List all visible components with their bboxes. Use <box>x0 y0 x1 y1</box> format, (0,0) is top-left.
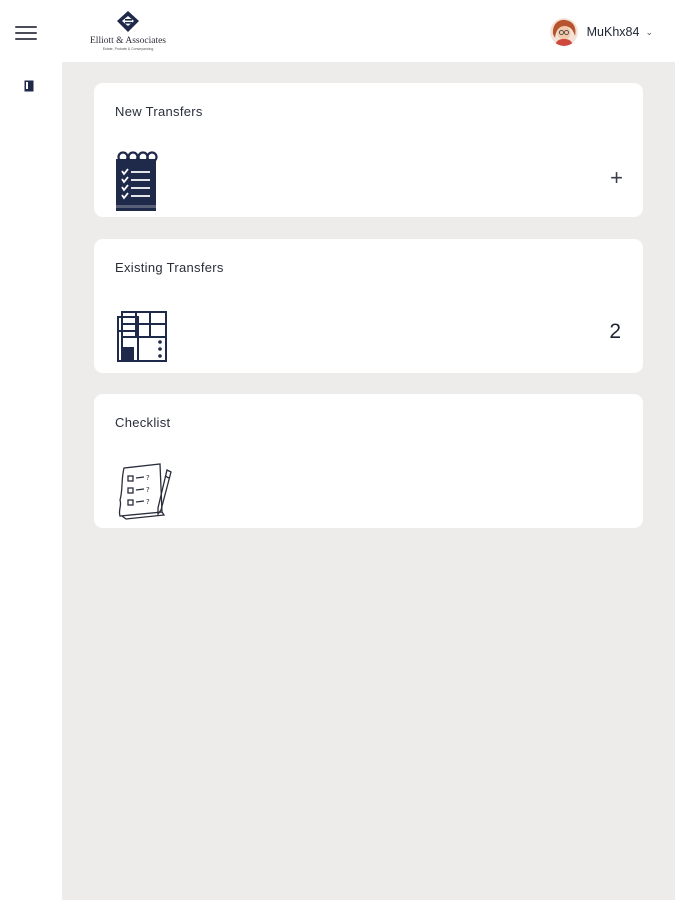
document-icon <box>24 80 34 92</box>
brand-logo-mark-icon <box>117 11 139 32</box>
hamburger-menu-icon[interactable] <box>15 24 39 42</box>
main-content: New Transfers + Existing Transfers 2 Che… <box>62 62 675 900</box>
sidebar-item-documents[interactable] <box>24 79 35 92</box>
brand-logo[interactable]: Elliott & Associates Estate, Probate & C… <box>80 10 176 60</box>
checklist-card[interactable]: Checklist ? ? ? <box>94 394 643 528</box>
existing-transfers-count: 2 <box>609 320 621 343</box>
username: MuKhx84 <box>586 25 640 39</box>
notepad-checklist-icon <box>114 151 158 218</box>
new-transfers-card[interactable]: New Transfers + <box>94 83 643 217</box>
svg-text:?: ? <box>146 486 150 494</box>
checklist-title: Checklist <box>115 415 171 430</box>
brand-name: Elliott & Associates <box>90 36 166 46</box>
existing-transfers-title: Existing Transfers <box>115 260 224 275</box>
sidebar <box>0 0 62 900</box>
new-transfers-title: New Transfers <box>115 104 203 119</box>
top-header: Elliott & Associates Estate, Probate & C… <box>62 0 675 62</box>
brand-tagline: Estate, Probate & Conveyancing <box>102 47 154 51</box>
user-menu[interactable]: MuKhx84 ⌄ <box>549 17 653 47</box>
svg-text:?: ? <box>146 498 150 506</box>
building-icon <box>114 309 170 370</box>
checklist-sketch-icon: ? ? ? <box>114 460 176 527</box>
chevron-down-icon[interactable]: ⌄ <box>645 27 653 38</box>
existing-transfers-card[interactable]: Existing Transfers 2 <box>94 239 643 373</box>
avatar[interactable] <box>549 18 578 46</box>
add-transfer-button[interactable]: + <box>610 167 623 189</box>
svg-text:?: ? <box>146 474 150 482</box>
